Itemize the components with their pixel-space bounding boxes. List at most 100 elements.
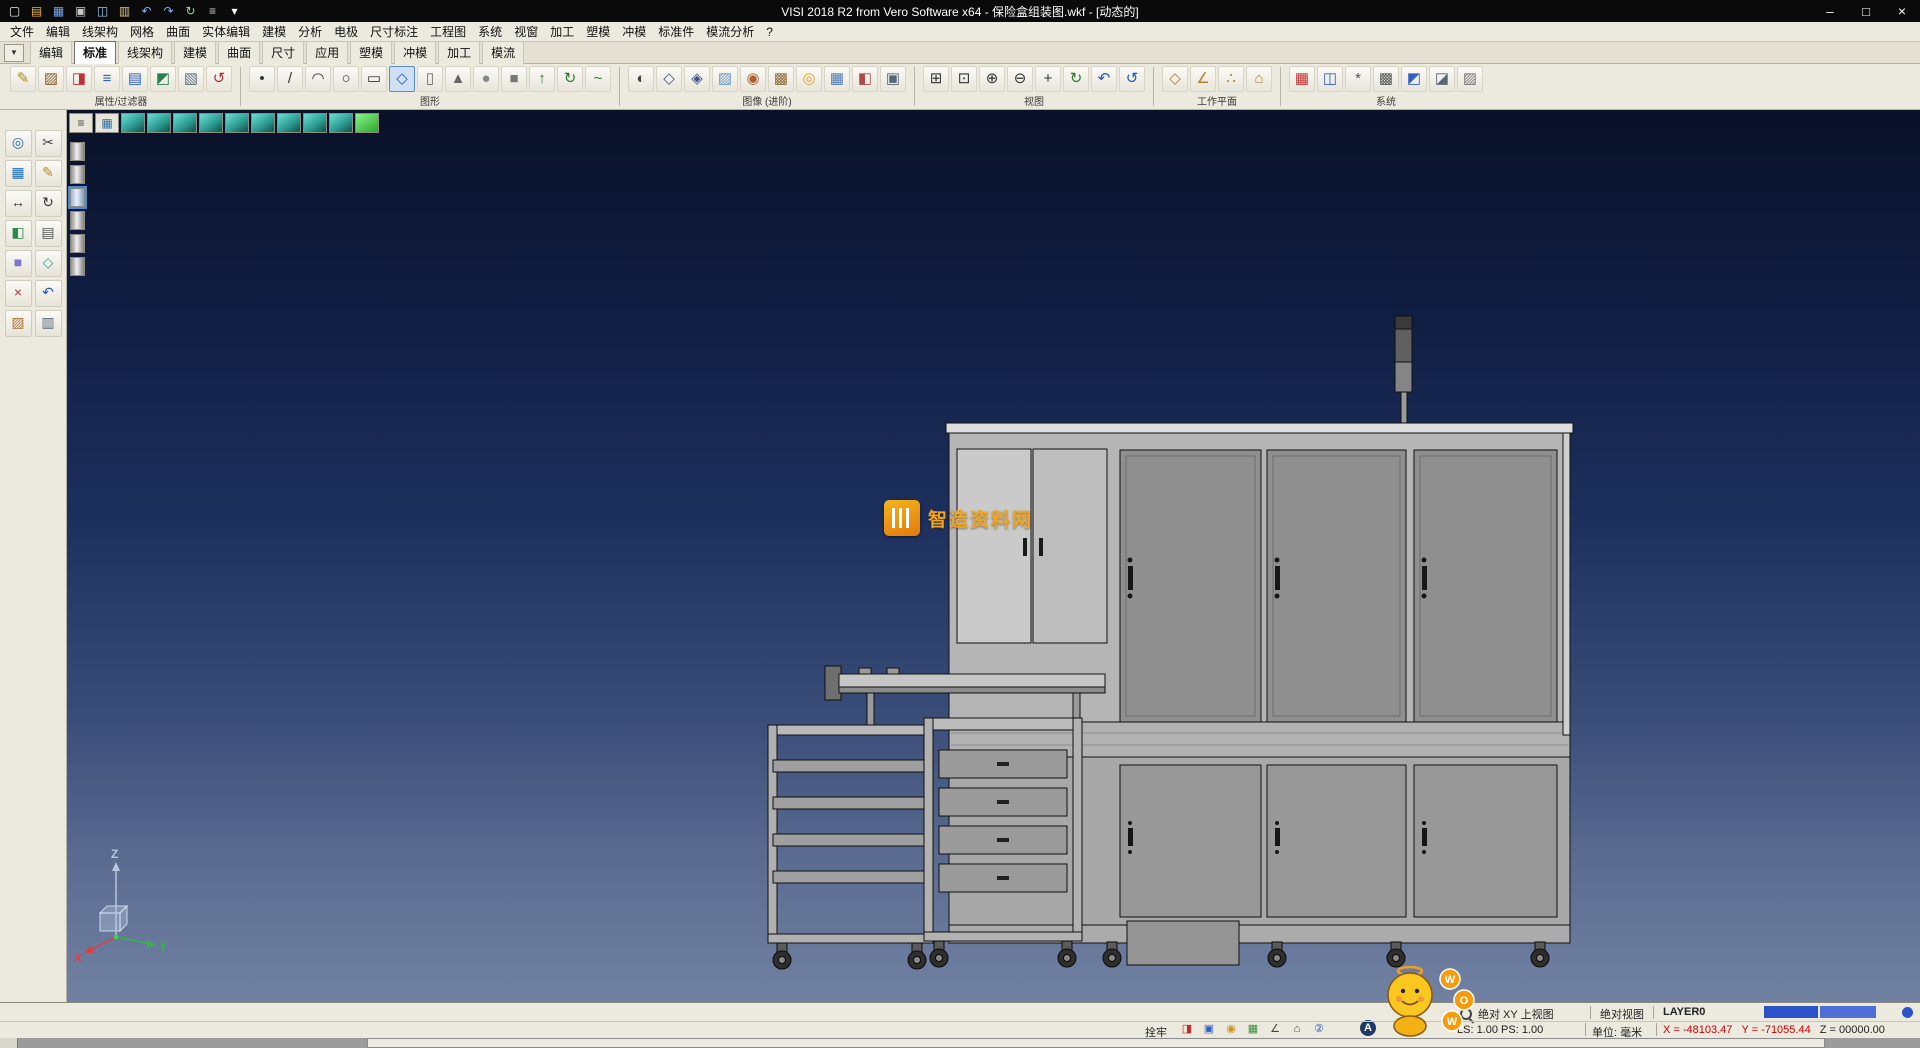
- view-search-icon[interactable]: [1460, 1008, 1472, 1020]
- bottom-view-icon[interactable]: [199, 113, 223, 133]
- scrollbar-left-button[interactable]: [0, 1038, 18, 1048]
- screen-icon[interactable]: ▣: [1200, 1022, 1218, 1037]
- circle-icon[interactable]: ○: [333, 66, 359, 92]
- angle-snap-icon[interactable]: ∠: [1266, 1022, 1284, 1037]
- previous-view-icon[interactable]: ↶: [1091, 66, 1117, 92]
- workplane-3point-icon[interactable]: ∴: [1218, 66, 1244, 92]
- tab[interactable]: 曲面: [218, 41, 260, 65]
- zoom-out-icon[interactable]: ⊖: [1007, 66, 1033, 92]
- menu-item[interactable]: 电极: [328, 21, 364, 42]
- menu-item[interactable]: 工程图: [424, 21, 472, 42]
- select-mode-icon[interactable]: ◨: [1178, 1022, 1196, 1037]
- tab[interactable]: 编辑: [30, 41, 72, 65]
- menu-item[interactable]: 曲面: [160, 21, 196, 42]
- workplane-xy-icon[interactable]: ◇: [1162, 66, 1188, 92]
- wireframe-icon[interactable]: ◇: [656, 66, 682, 92]
- mask-filter-icon[interactable]: ▧: [178, 66, 204, 92]
- visibility-filter-icon[interactable]: [70, 142, 85, 161]
- sweep-icon[interactable]: ~: [585, 66, 611, 92]
- tab[interactable]: 线架构: [118, 41, 172, 65]
- shading-icon[interactable]: ◐: [628, 66, 654, 92]
- menu-item[interactable]: 文件: [4, 21, 40, 42]
- view-menu-icon[interactable]: ≡: [69, 113, 93, 133]
- notes-icon[interactable]: ▥: [35, 310, 62, 337]
- misc-filter-icon[interactable]: [70, 257, 85, 276]
- background-icon[interactable]: ▦: [824, 66, 850, 92]
- cone-icon[interactable]: ▲: [445, 66, 471, 92]
- block-icon[interactable]: ■: [501, 66, 527, 92]
- settings-icon[interactable]: ≡: [203, 3, 222, 20]
- tab[interactable]: 冲模: [394, 41, 436, 65]
- solid-filter-icon[interactable]: [70, 234, 85, 253]
- paste-icon[interactable]: ▥: [115, 3, 134, 20]
- reset-filter-icon[interactable]: ↺: [206, 66, 232, 92]
- close-button[interactable]: ×: [1884, 0, 1920, 22]
- tab[interactable]: 塑模: [350, 41, 392, 65]
- magnet-snap-icon[interactable]: ◉: [1222, 1022, 1240, 1037]
- scrollbar-thumb[interactable]: [367, 1038, 1825, 1048]
- dynamic-view-icon[interactable]: [355, 113, 379, 133]
- transparency-icon[interactable]: ▨: [712, 66, 738, 92]
- workplane-angle-icon[interactable]: ∠: [1190, 66, 1216, 92]
- solid-icon[interactable]: ■: [5, 250, 32, 277]
- element-filter-icon[interactable]: ◩: [150, 66, 176, 92]
- point-icon[interactable]: •: [249, 66, 275, 92]
- color-filter-icon[interactable]: ◨: [66, 66, 92, 92]
- section-view-icon[interactable]: ◧: [852, 66, 878, 92]
- display-manager-icon[interactable]: ◫: [1317, 66, 1343, 92]
- menu-item[interactable]: 视窗: [508, 21, 544, 42]
- active-layer-icon[interactable]: [70, 188, 85, 207]
- shading-options-icon[interactable]: ◪: [1429, 66, 1455, 92]
- menu-item[interactable]: 建模: [256, 21, 292, 42]
- copy-icon[interactable]: ◫: [93, 3, 112, 20]
- palette-icon[interactable]: ▨: [5, 310, 32, 337]
- iso-view-icon[interactable]: [121, 113, 145, 133]
- system-settings-icon[interactable]: *: [1345, 66, 1371, 92]
- customize-arrow-icon[interactable]: ▾: [225, 3, 244, 20]
- render-options-icon[interactable]: ▨: [1457, 66, 1483, 92]
- maximize-button[interactable]: □: [1848, 0, 1884, 22]
- sphere-icon[interactable]: ●: [473, 66, 499, 92]
- properties-icon[interactable]: ✎: [10, 66, 36, 92]
- active-layer-label[interactable]: LAYER0: [1663, 1006, 1705, 1018]
- wcs-icon[interactable]: ⌂: [1288, 1022, 1306, 1037]
- tab[interactable]: 模流: [482, 41, 524, 65]
- material-icon[interactable]: ◉: [740, 66, 766, 92]
- revolve-icon[interactable]: ↻: [557, 66, 583, 92]
- redraw-icon[interactable]: ↺: [1119, 66, 1145, 92]
- menu-item[interactable]: 线架构: [76, 21, 124, 42]
- shade-toggle-icon[interactable]: ◧: [5, 220, 32, 247]
- texture-icon[interactable]: ▩: [768, 66, 794, 92]
- refresh-icon[interactable]: ↻: [181, 3, 200, 20]
- zoom-select-icon[interactable]: ◎: [5, 130, 32, 157]
- menu-item[interactable]: 系统: [472, 21, 508, 42]
- annotation-badge[interactable]: A: [1360, 1020, 1376, 1036]
- menu-item[interactable]: 编辑: [40, 21, 76, 42]
- open-folder-icon[interactable]: ▤: [27, 3, 46, 20]
- zoom-in-icon[interactable]: ⊕: [979, 66, 1005, 92]
- trim-icon[interactable]: ✂: [35, 130, 62, 157]
- sketch-icon[interactable]: ✎: [35, 160, 62, 187]
- menu-item[interactable]: 标准件: [652, 21, 700, 42]
- surface-icon[interactable]: ◇: [35, 250, 62, 277]
- layer-filter-icon[interactable]: ▤: [122, 66, 148, 92]
- line-type-filter-icon[interactable]: ≡: [94, 66, 120, 92]
- menu-item[interactable]: 实体编辑: [196, 21, 256, 42]
- hidden-line-icon[interactable]: ◈: [684, 66, 710, 92]
- new-file-icon[interactable]: ▢: [5, 3, 24, 20]
- menu-item[interactable]: 尺寸标注: [364, 21, 424, 42]
- back-view-icon[interactable]: [251, 113, 275, 133]
- minimize-button[interactable]: –: [1812, 0, 1848, 22]
- move-icon[interactable]: ↔: [5, 190, 32, 217]
- iso-back-view-icon[interactable]: [147, 113, 171, 133]
- rotate-icon[interactable]: ↻: [35, 190, 62, 217]
- cylinder-icon[interactable]: ▯: [417, 66, 443, 92]
- delete-icon[interactable]: ×: [5, 280, 32, 307]
- tab[interactable]: 加工: [438, 41, 480, 65]
- tab[interactable]: 标准: [74, 41, 116, 65]
- menu-item[interactable]: ?: [760, 23, 779, 41]
- grid-snap-icon[interactable]: ▦: [5, 160, 32, 187]
- viewport-canvas[interactable]: ≡▦: [67, 110, 1920, 1002]
- grid-icon[interactable]: ▩: [1373, 66, 1399, 92]
- layer-manager-icon[interactable]: ▦: [1289, 66, 1315, 92]
